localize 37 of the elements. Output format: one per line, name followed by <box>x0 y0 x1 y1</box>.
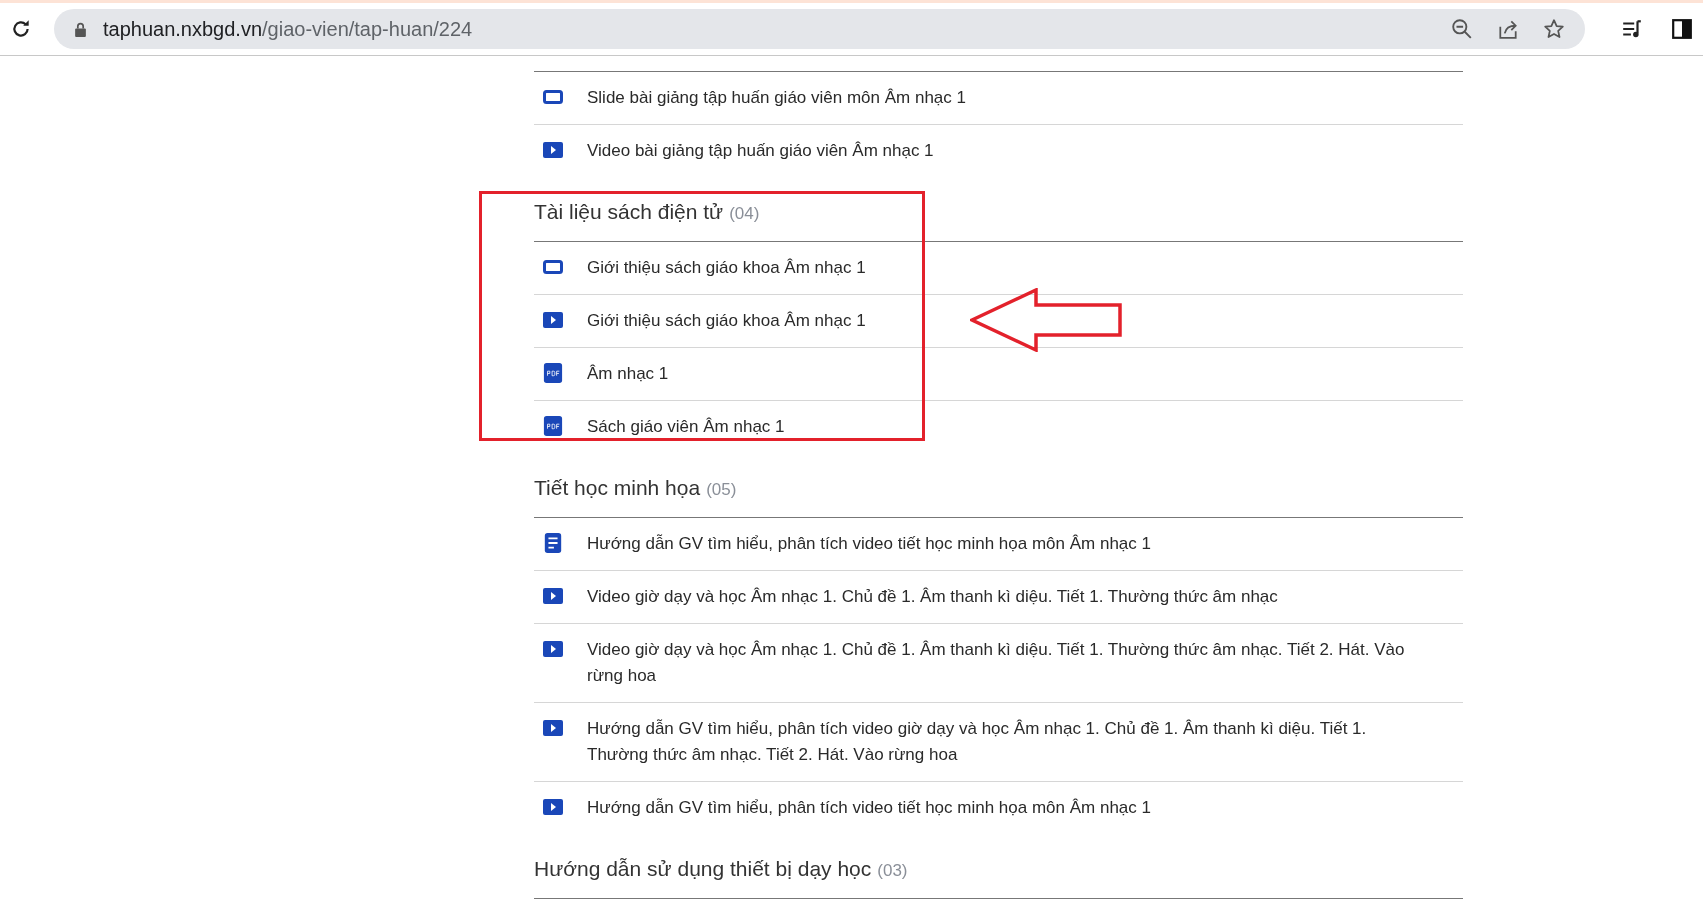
slide-icon <box>543 257 563 277</box>
reload-icon[interactable] <box>10 18 32 40</box>
resource-link[interactable]: Video giờ dạy và học Âm nhạc 1. Chủ đề 1. Âm thanh kì diệu. Tiết 1. Thường thức âm nhạc <box>587 584 1278 610</box>
resource-link[interactable]: Video bài giảng tập huấn giáo viên Âm nhạc 1 <box>587 138 934 164</box>
lock-icon <box>74 21 87 37</box>
side-panel-icon[interactable] <box>1671 18 1693 40</box>
item-count: (04) <box>729 204 760 223</box>
url-text: taphuan.nxbgd.vn/giao-vien/tap-huan/224 <box>103 17 473 41</box>
resource-link[interactable]: Video giờ dạy và học Âm nhạc 1. Chủ đề 1. Âm thanh kì diệu. Tiết 1. Thường thức âm nhạc. Tiết 2. Hát. Vào rừng hoa <box>587 637 1423 689</box>
zoom-icon[interactable] <box>1451 18 1473 40</box>
resource-link[interactable]: Hướng dẫn GV tìm hiểu, phân tích video tiết học minh họa môn Âm nhạc 1 <box>587 531 1151 557</box>
play-icon <box>543 718 563 738</box>
play-icon <box>543 639 563 659</box>
resource-link[interactable]: Sách giáo viên Âm nhạc 1 <box>587 414 785 440</box>
play-icon <box>543 310 563 330</box>
share-icon[interactable] <box>1497 18 1519 40</box>
media-icon[interactable] <box>1621 18 1643 40</box>
resource-link[interactable]: Giới thiệu sách giáo khoa Âm nhạc 1 <box>587 308 866 334</box>
resource-link[interactable]: Giới thiệu sách giáo khoa Âm nhạc 1 <box>587 255 866 281</box>
resource-link[interactable]: Âm nhạc 1 <box>587 361 669 387</box>
item-count: (03) <box>877 861 908 880</box>
section-heading: Tiết học minh họa <box>534 476 701 499</box>
star-icon[interactable] <box>1543 18 1565 40</box>
address-bar[interactable]: taphuan.nxbgd.vn/giao-vien/tap-huan/224 <box>54 9 1585 49</box>
play-icon <box>543 797 563 817</box>
resource-link[interactable]: Slide bài giảng tập huấn giáo viên môn Âm nhạc 1 <box>587 85 966 111</box>
document-icon <box>543 533 563 553</box>
play-icon <box>543 140 563 160</box>
play-icon <box>543 586 563 606</box>
pdf-icon <box>543 363 563 383</box>
section-heading: Hướng dẫn sử dụng thiết bị dạy học <box>534 857 872 880</box>
slide-icon <box>543 87 563 107</box>
pdf-icon <box>543 416 563 436</box>
section-heading: Tài liệu sách điện tử <box>534 200 724 223</box>
item-count: (05) <box>706 480 737 499</box>
resource-link[interactable]: Hướng dẫn GV tìm hiểu, phân tích video giờ dạy và học Âm nhạc 1. Chủ đề 1. Âm thanh kì diệu. Tiết 1. Thường thức âm nhạc. Tiết 2. Hát. Vào rừng hoa <box>587 716 1423 768</box>
resource-link[interactable]: Hướng dẫn GV tìm hiểu, phân tích video tiết học minh họa môn Âm nhạc 1 <box>587 795 1151 821</box>
